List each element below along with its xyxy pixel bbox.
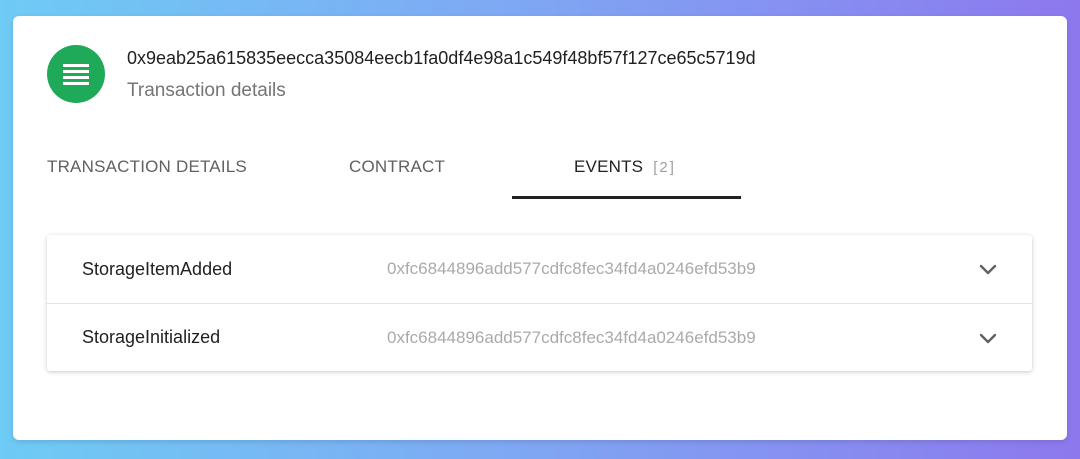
tab-label: TRANSACTION DETAILS	[47, 157, 247, 176]
tab-contract[interactable]: CONTRACT	[349, 144, 445, 200]
tab-transaction-details[interactable]: TRANSACTION DETAILS	[47, 144, 247, 200]
event-row-storage-initialized[interactable]: StorageInitialized 0xfc6844896add577cdfc…	[47, 303, 1032, 371]
event-address: 0xfc6844896add577cdfc8fec34fd4a0246efd53…	[387, 327, 756, 347]
chevron-down-icon[interactable]	[978, 328, 998, 348]
page-subtitle: Transaction details	[127, 80, 286, 101]
event-name: StorageItemAdded	[82, 258, 233, 279]
events-list: StorageItemAdded 0xfc6844896add577cdfc8f…	[47, 235, 1032, 371]
list-icon	[63, 64, 89, 85]
tab-events[interactable]: EVENTS [2]	[574, 144, 676, 200]
event-row-storage-item-added[interactable]: StorageItemAdded 0xfc6844896add577cdfc8f…	[47, 235, 1032, 303]
event-name: StorageInitialized	[82, 327, 221, 347]
tab-bar: TRANSACTION DETAILS CONTRACT EVENTS [2]	[13, 144, 1067, 200]
transaction-header: 0x9eab25a615835eecca35084eecb1fa0df4e98a…	[47, 44, 756, 104]
transaction-hash: 0x9eab25a615835eecca35084eecb1fa0df4e98a…	[127, 48, 756, 68]
title-block: 0x9eab25a615835eecca35084eecb1fa0df4e98a…	[127, 44, 756, 104]
tab-label: CONTRACT	[349, 157, 446, 176]
chevron-down-icon[interactable]	[978, 259, 998, 279]
transaction-card: 0x9eab25a615835eecca35084eecb1fa0df4e98a…	[13, 16, 1067, 440]
tab-label: EVENTS	[574, 157, 644, 176]
event-address: 0xfc6844896add577cdfc8fec34fd4a0246efd53…	[387, 259, 756, 278]
transaction-avatar	[47, 45, 105, 103]
active-tab-indicator	[512, 196, 741, 199]
tab-count-badge: [2]	[653, 159, 676, 176]
